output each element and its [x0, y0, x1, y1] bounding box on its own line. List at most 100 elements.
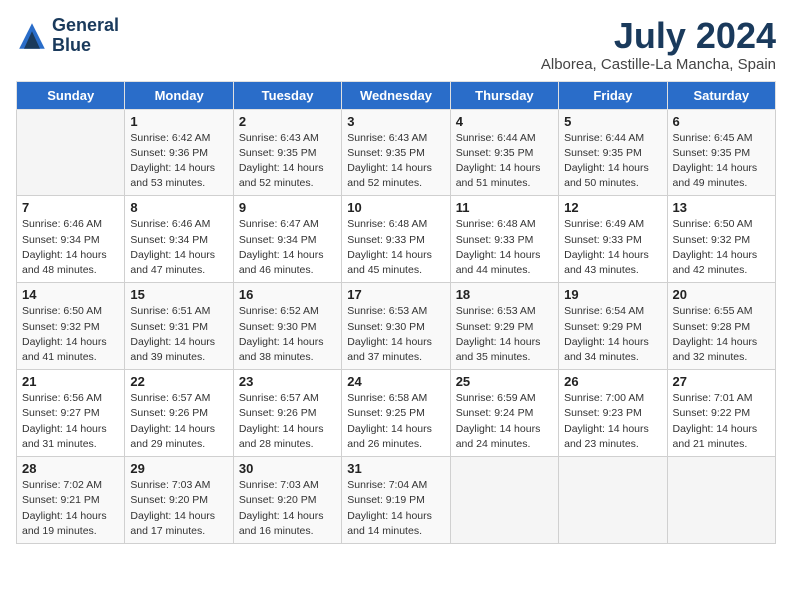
day-info: Sunrise: 6:45 AMSunset: 9:35 PMDaylight:… — [673, 131, 770, 192]
day-info: Sunrise: 6:47 AMSunset: 9:34 PMDaylight:… — [239, 217, 336, 278]
calendar-cell: 17 Sunrise: 6:53 AMSunset: 9:30 PMDayligh… — [342, 283, 450, 370]
day-number: 20 — [673, 287, 770, 302]
day-info: Sunrise: 6:56 AMSunset: 9:27 PMDaylight:… — [22, 391, 119, 452]
day-info: Sunrise: 6:49 AMSunset: 9:33 PMDaylight:… — [564, 217, 661, 278]
day-number: 2 — [239, 114, 336, 129]
page-header: General Blue July 2024 Alborea, Castille… — [16, 16, 776, 73]
day-number: 14 — [22, 287, 119, 302]
day-number: 29 — [130, 461, 227, 476]
day-number: 13 — [673, 200, 770, 215]
day-number: 3 — [347, 114, 444, 129]
calendar-cell: 4Sunrise: 6:44 AMSunset: 9:35 PMDaylight… — [450, 109, 558, 196]
day-info: Sunrise: 6:43 AMSunset: 9:35 PMDaylight:… — [239, 131, 336, 192]
calendar-cell — [667, 457, 775, 544]
calendar-cell: 21 Sunrise: 6:56 AMSunset: 9:27 PMDayligh… — [17, 370, 125, 457]
day-number: 5 — [564, 114, 661, 129]
day-info: Sunrise: 7:03 AMSunset: 9:20 PMDaylight:… — [239, 478, 336, 539]
calendar-cell: 31 Sunrise: 7:04 AMSunset: 9:19 PMDayligh… — [342, 457, 450, 544]
day-number: 23 — [239, 374, 336, 389]
calendar-subtitle: Alborea, Castille-La Mancha, Spain — [541, 56, 776, 73]
calendar-cell: 10 Sunrise: 6:48 AMSunset: 9:33 PMDayligh… — [342, 196, 450, 283]
day-number: 21 — [22, 374, 119, 389]
week-row-5: 28 Sunrise: 7:02 AMSunset: 9:21 PMDayligh… — [17, 457, 776, 544]
day-number: 15 — [130, 287, 227, 302]
day-number: 8 — [130, 200, 227, 215]
day-info: Sunrise: 6:50 AMSunset: 9:32 PMDaylight:… — [673, 217, 770, 278]
calendar-cell: 8 Sunrise: 6:46 AMSunset: 9:34 PMDaylight… — [125, 196, 233, 283]
week-row-1: 1 Sunrise: 6:42 AMSunset: 9:36 PMDaylight… — [17, 109, 776, 196]
calendar-cell: 26 Sunrise: 7:00 AMSunset: 9:23 PMDayligh… — [559, 370, 667, 457]
calendar-cell: 24Sunrise: 6:58 AMSunset: 9:25 PMDayligh… — [342, 370, 450, 457]
calendar-cell: 6 Sunrise: 6:45 AMSunset: 9:35 PMDaylight… — [667, 109, 775, 196]
day-info: Sunrise: 6:57 AMSunset: 9:26 PMDaylight:… — [239, 391, 336, 452]
calendar-title: July 2024 — [541, 16, 776, 56]
day-info: Sunrise: 7:00 AMSunset: 9:23 PMDaylight:… — [564, 391, 661, 452]
calendar-cell: 27 Sunrise: 7:01 AMSunset: 9:22 PMDayligh… — [667, 370, 775, 457]
calendar-cell: 12Sunrise: 6:49 AMSunset: 9:33 PMDayligh… — [559, 196, 667, 283]
calendar-cell: 7Sunrise: 6:46 AMSunset: 9:34 PMDaylight… — [17, 196, 125, 283]
day-info: Sunrise: 6:43 AMSunset: 9:35 PMDaylight:… — [347, 131, 444, 192]
day-info: Sunrise: 6:48 AMSunset: 9:33 PMDaylight:… — [456, 217, 553, 278]
day-number: 19 — [564, 287, 661, 302]
calendar-cell: 3 Sunrise: 6:43 AMSunset: 9:35 PMDaylight… — [342, 109, 450, 196]
calendar-cell: 25 Sunrise: 6:59 AMSunset: 9:24 PMDayligh… — [450, 370, 558, 457]
logo: General Blue — [16, 16, 119, 56]
day-header-tuesday: Tuesday — [233, 81, 341, 109]
day-info: Sunrise: 6:53 AMSunset: 9:30 PMDaylight:… — [347, 304, 444, 365]
calendar-cell: 2 Sunrise: 6:43 AMSunset: 9:35 PMDaylight… — [233, 109, 341, 196]
calendar-cell: 30 Sunrise: 7:03 AMSunset: 9:20 PMDayligh… — [233, 457, 341, 544]
calendar-table: SundayMondayTuesdayWednesdayThursdayFrid… — [16, 81, 776, 544]
day-info: Sunrise: 6:54 AMSunset: 9:29 PMDaylight:… — [564, 304, 661, 365]
day-number: 17 — [347, 287, 444, 302]
calendar-cell — [559, 457, 667, 544]
day-info: Sunrise: 7:01 AMSunset: 9:22 PMDaylight:… — [673, 391, 770, 452]
day-number: 28 — [22, 461, 119, 476]
calendar-cell: 11 Sunrise: 6:48 AMSunset: 9:33 PMDayligh… — [450, 196, 558, 283]
day-number: 22 — [130, 374, 227, 389]
day-number: 27 — [673, 374, 770, 389]
calendar-cell: 28 Sunrise: 7:02 AMSunset: 9:21 PMDayligh… — [17, 457, 125, 544]
day-info: Sunrise: 7:02 AMSunset: 9:21 PMDaylight:… — [22, 478, 119, 539]
day-info: Sunrise: 6:59 AMSunset: 9:24 PMDaylight:… — [456, 391, 553, 452]
day-info: Sunrise: 6:53 AMSunset: 9:29 PMDaylight:… — [456, 304, 553, 365]
calendar-cell: 15Sunrise: 6:51 AMSunset: 9:31 PMDayligh… — [125, 283, 233, 370]
day-info: Sunrise: 7:04 AMSunset: 9:19 PMDaylight:… — [347, 478, 444, 539]
day-number: 26 — [564, 374, 661, 389]
day-number: 25 — [456, 374, 553, 389]
day-info: Sunrise: 6:48 AMSunset: 9:33 PMDaylight:… — [347, 217, 444, 278]
calendar-cell: 9 Sunrise: 6:47 AMSunset: 9:34 PMDaylight… — [233, 196, 341, 283]
day-number: 18 — [456, 287, 553, 302]
calendar-cell: 5Sunrise: 6:44 AMSunset: 9:35 PMDaylight… — [559, 109, 667, 196]
calendar-cell: 16Sunrise: 6:52 AMSunset: 9:30 PMDayligh… — [233, 283, 341, 370]
week-row-3: 14Sunrise: 6:50 AMSunset: 9:32 PMDayligh… — [17, 283, 776, 370]
day-info: Sunrise: 7:03 AMSunset: 9:20 PMDaylight:… — [130, 478, 227, 539]
calendar-cell: 22Sunrise: 6:57 AMSunset: 9:26 PMDayligh… — [125, 370, 233, 457]
day-number: 30 — [239, 461, 336, 476]
logo-text: General Blue — [52, 16, 119, 56]
day-header-thursday: Thursday — [450, 81, 558, 109]
day-header-saturday: Saturday — [667, 81, 775, 109]
week-row-4: 21 Sunrise: 6:56 AMSunset: 9:27 PMDayligh… — [17, 370, 776, 457]
day-info: Sunrise: 6:42 AMSunset: 9:36 PMDaylight:… — [130, 131, 227, 192]
calendar-cell: 14Sunrise: 6:50 AMSunset: 9:32 PMDayligh… — [17, 283, 125, 370]
day-number: 7 — [22, 200, 119, 215]
calendar-cell: 20Sunrise: 6:55 AMSunset: 9:28 PMDayligh… — [667, 283, 775, 370]
calendar-cell: 1 Sunrise: 6:42 AMSunset: 9:36 PMDaylight… — [125, 109, 233, 196]
day-info: Sunrise: 6:44 AMSunset: 9:35 PMDaylight:… — [456, 131, 553, 192]
day-info: Sunrise: 6:58 AMSunset: 9:25 PMDaylight:… — [347, 391, 444, 452]
day-info: Sunrise: 6:46 AMSunset: 9:34 PMDaylight:… — [130, 217, 227, 278]
day-number: 31 — [347, 461, 444, 476]
day-number: 16 — [239, 287, 336, 302]
calendar-cell: 29 Sunrise: 7:03 AMSunset: 9:20 PMDayligh… — [125, 457, 233, 544]
day-header-friday: Friday — [559, 81, 667, 109]
day-number: 11 — [456, 200, 553, 215]
day-header-monday: Monday — [125, 81, 233, 109]
calendar-cell: 23 Sunrise: 6:57 AMSunset: 9:26 PMDayligh… — [233, 370, 341, 457]
day-number: 9 — [239, 200, 336, 215]
day-number: 10 — [347, 200, 444, 215]
day-number: 1 — [130, 114, 227, 129]
days-header-row: SundayMondayTuesdayWednesdayThursdayFrid… — [17, 81, 776, 109]
day-header-sunday: Sunday — [17, 81, 125, 109]
day-number: 6 — [673, 114, 770, 129]
week-row-2: 7 Sunrise: 6:46 AMSunset: 9:34 PMDaylight… — [17, 196, 776, 283]
